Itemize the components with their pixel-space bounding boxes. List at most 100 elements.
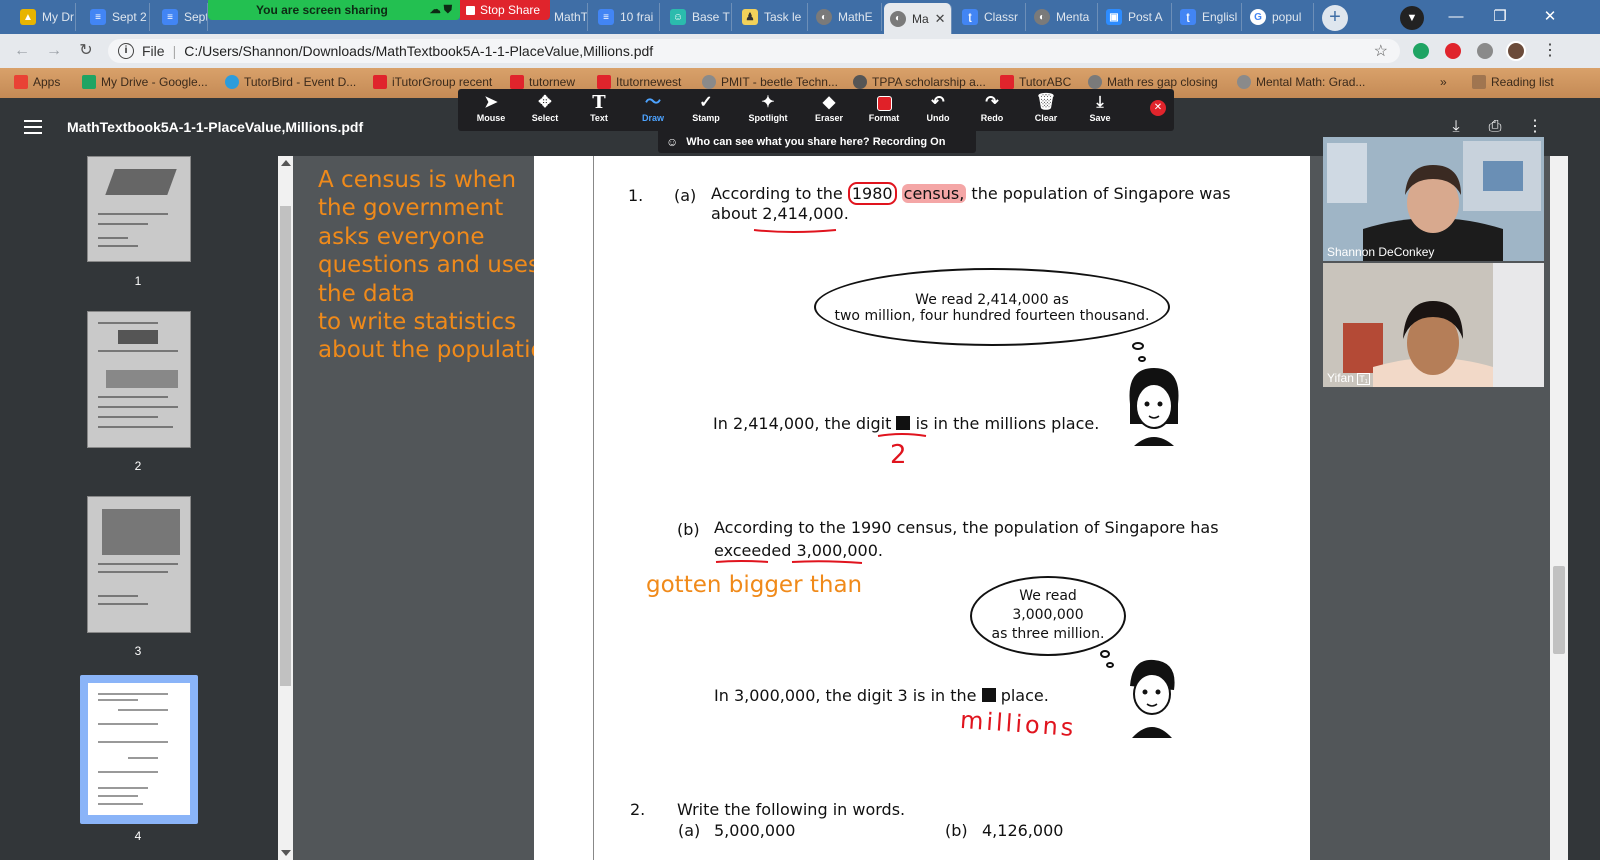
itutor-icon [510,75,524,89]
bookmark-tutornew[interactable]: tutornew [510,75,575,89]
tool-spotlight[interactable]: ✦ Spotlight [742,93,794,127]
tool-redo[interactable]: ↷ Redo [966,93,1018,127]
bookmark-label: Math res gap closing [1107,75,1218,89]
bookmark-itutornewest[interactable]: Itutornewest [597,75,681,89]
bookmark-apps[interactable]: Apps [14,75,60,89]
thought-bubble-dot [1106,662,1114,668]
color-swatch-icon [858,93,910,113]
page-thumbnail-1[interactable] [87,156,191,262]
forward-icon[interactable]: → [44,41,64,61]
window-close-icon[interactable]: ✕ [1530,4,1570,30]
print-icon[interactable]: ⎙ [1484,116,1506,138]
browser-tab[interactable]: ☺ Base T [664,3,732,31]
back-icon[interactable]: ← [12,41,32,61]
close-tab-icon[interactable]: ✕ [935,11,946,27]
bookmarks-overflow-icon[interactable]: » [1440,75,1447,89]
minimize-icon[interactable]: — [1436,4,1476,30]
tab-search-icon[interactable]: ▼ [1400,6,1424,30]
reading-list[interactable]: Reading list [1472,75,1554,89]
bookmark-label: Mental Math: Grad... [1256,75,1366,89]
url-text[interactable]: C:/Users/Shannon/Downloads/MathTextbook5… [184,43,653,59]
security-shield-icon[interactable]: ☁ ⛊ [430,3,452,17]
tool-eraser[interactable]: ◆ Eraser [803,93,855,127]
browser-tab[interactable]: ≡ Sept [156,3,208,31]
menu-icon[interactable] [24,120,42,134]
browser-tab[interactable]: ▣ Post A [1100,3,1172,31]
browser-tab[interactable]: ≡ Sept 2 [84,3,150,31]
tool-select[interactable]: ✥ Select [519,93,571,127]
right-scrollbar[interactable] [1550,156,1568,860]
red-underline [715,560,863,564]
more-options-icon[interactable]: ⋮ [1524,116,1546,138]
new-tab-button[interactable]: + [1322,5,1348,31]
browser-tab-active[interactable]: ◐ Ma ✕ [884,3,952,34]
q2-text: Write the following in words. [677,800,906,819]
browser-tab[interactable]: ♟ Task le [736,3,808,31]
bookmark-math-res[interactable]: Math res gap closing [1088,75,1218,89]
address-bar[interactable]: i File | C:/Users/Shannon/Downloads/Math… [108,39,1400,63]
extension-icon[interactable] [1413,43,1429,59]
note-line: to write statistics [318,309,517,336]
bookmark-label: tutornew [529,75,576,89]
handwritten-answer: 2 [890,440,907,470]
browser-tab[interactable]: ≡ 10 frai [592,3,660,31]
page-thumbnail-4[interactable] [87,682,191,816]
stop-share-label: Stop Share [480,3,541,17]
browser-tab[interactable]: G popul [1244,3,1314,31]
tool-mouse[interactable]: ➤ Mouse [465,93,517,127]
bookmark-star-icon[interactable]: ☆ [1374,41,1388,61]
tool-draw[interactable]: 〜 Draw [627,93,679,127]
video-tile-host[interactable]: Shannon DeConkey [1323,137,1544,261]
tool-clear[interactable]: 🗑 Clear [1020,93,1072,127]
left-scrollbar[interactable] [278,156,293,860]
menu-dots-icon[interactable]: ⋮ [1540,41,1560,61]
bookmark-itutor[interactable]: iTutorGroup recent [373,75,492,89]
thought-bubble-dot [1132,342,1144,350]
browser-tab[interactable]: ▲ My Dr [14,3,76,31]
bookmark-label: TutorABC [1019,75,1072,89]
info-icon[interactable]: i [118,43,134,59]
browser-tab[interactable]: ◐ Menta [1028,3,1098,31]
ublock-icon[interactable] [1445,43,1461,59]
bookmark-pmit[interactable]: PMIT - beetle Techn... [702,75,838,89]
tool-undo[interactable]: ↶ Undo [912,93,964,127]
page-thumbnail-3[interactable] [87,496,191,633]
tutorbird-icon [225,75,239,89]
q2b-value: 4,126,000 [982,821,1064,840]
bookmark-tutorbird[interactable]: TutorBird - Event D... [225,75,356,89]
video-tile-student[interactable]: Yifan T₁ [1323,263,1544,387]
download-icon[interactable]: ⤓ [1445,116,1467,138]
profile-avatar[interactable] [1506,41,1526,61]
note-line: the data [318,280,415,307]
bookmark-mental-math[interactable]: Mental Math: Grad... [1237,75,1365,89]
bookmark-label: Apps [33,75,61,89]
tab-label: Post A [1128,10,1163,24]
tab-label: Classr [984,10,1019,24]
restore-icon[interactable]: ❐ [1480,4,1520,30]
browser-tab[interactable]: ʈ Englisl [1174,3,1242,31]
stop-share-button[interactable]: Stop Share [460,0,550,20]
tool-format[interactable]: Format [858,93,910,127]
tab-label: Sept 2 [112,10,147,24]
recording-notice[interactable]: ☺ Who can see what you share here? Recor… [658,131,976,153]
left-scrollbar-thumb[interactable] [280,206,291,686]
tool-save[interactable]: ⤓ Save [1074,93,1126,127]
close-annotation-icon[interactable]: ✕ [1150,100,1166,116]
bookmark-tutorabc[interactable]: TutorABC [1000,75,1071,89]
browser-tab[interactable]: ʈ Classr [956,3,1026,31]
right-scrollbar-thumb[interactable] [1553,566,1565,654]
tab-label: 10 frai [620,10,654,24]
document-title: MathTextbook5A-1-1-PlaceValue,Millions.p… [67,119,364,135]
browser-tab[interactable]: ◐ MathE [810,3,882,31]
browser-toolbar: ← → ↻ i File | C:/Users/Shannon/Download… [0,34,1600,68]
bookmark-tppa[interactable]: TPPA scholarship a... [853,75,986,89]
browser-tab[interactable]: MathT [548,3,588,31]
page-thumbnail-2[interactable] [87,311,191,448]
tool-stamp[interactable]: ✓ Stamp [680,93,732,127]
stamp-check-icon: ✓ [699,94,713,111]
url-separator: | [172,43,177,59]
reload-icon[interactable]: ↻ [76,41,96,61]
bookmark-drive[interactable]: My Drive - Google... [82,75,208,89]
extensions-puzzle-icon[interactable] [1477,43,1493,59]
tool-text[interactable]: T Text [573,93,625,127]
